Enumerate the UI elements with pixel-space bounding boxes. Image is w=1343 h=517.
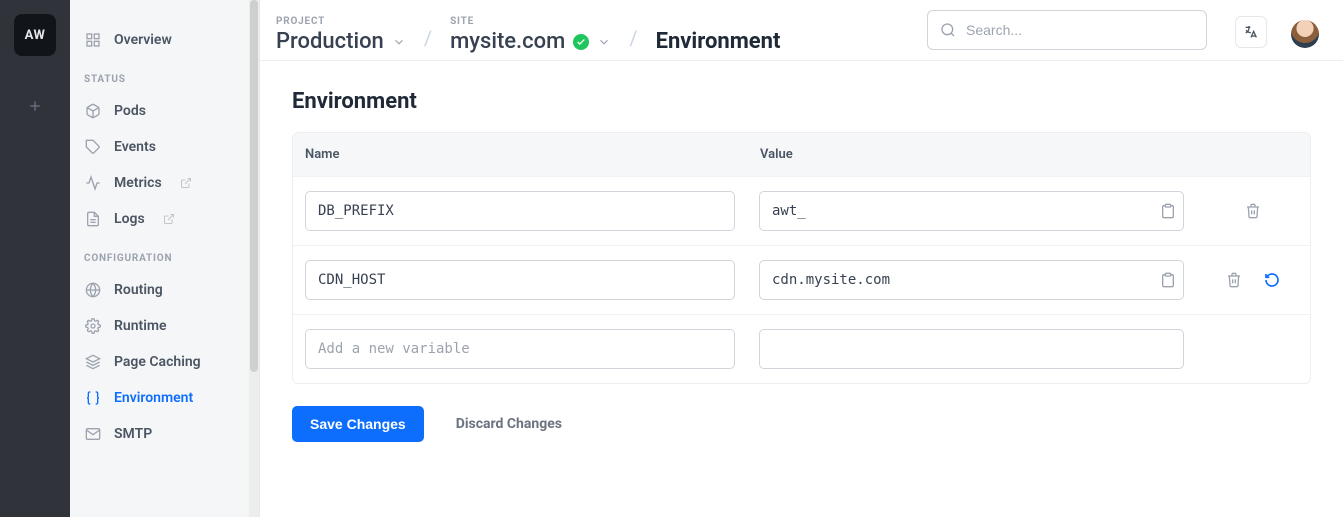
sidebar-item-metrics[interactable]: Metrics	[70, 165, 259, 201]
sidebar-item-label: Metrics	[114, 175, 162, 191]
sidebar-section-status: STATUS	[70, 58, 259, 93]
file-icon	[84, 210, 102, 228]
gear-icon	[84, 317, 102, 335]
content-area: Environment Name Value	[260, 61, 1343, 470]
user-avatar[interactable]	[1291, 20, 1319, 48]
main-region: PROJECT Production / SITE mysite.com	[260, 0, 1343, 517]
env-table: Name Value	[292, 132, 1311, 384]
page-title: Environment	[292, 89, 1311, 114]
sidebar-item-overview[interactable]: Overview	[70, 22, 259, 58]
breadcrumb-project-label: PROJECT	[276, 16, 406, 27]
clipboard-icon[interactable]	[1160, 272, 1176, 288]
sidebar-item-page-caching[interactable]: Page Caching	[70, 344, 259, 380]
scrollbar-thumb[interactable]	[250, 0, 258, 372]
topbar: PROJECT Production / SITE mysite.com	[260, 0, 1343, 60]
breadcrumb-project[interactable]: PROJECT Production	[276, 16, 406, 60]
clipboard-icon[interactable]	[1160, 203, 1176, 219]
breadcrumb-site-value: mysite.com	[450, 29, 565, 54]
breadcrumb-project-value: Production	[276, 29, 384, 54]
sidebar-item-label: Overview	[114, 32, 172, 48]
env-name-new-input[interactable]	[305, 329, 735, 369]
braces-icon	[84, 389, 102, 407]
breadcrumb-site-label: SITE	[450, 16, 611, 27]
delete-row-button[interactable]	[1226, 272, 1242, 288]
external-link-icon	[180, 177, 192, 189]
search-icon	[940, 22, 956, 38]
sidebar-item-logs[interactable]: Logs	[70, 201, 259, 237]
sidebar-item-label: Routing	[114, 282, 163, 298]
mail-icon	[84, 425, 102, 443]
breadcrumb-separator: /	[414, 26, 442, 60]
add-workspace-button[interactable]	[17, 88, 53, 124]
revert-row-button[interactable]	[1264, 272, 1280, 288]
search-box[interactable]	[927, 10, 1207, 50]
chevron-down-icon[interactable]	[392, 35, 406, 49]
column-header-name: Name	[305, 147, 760, 162]
breadcrumb-separator: /	[619, 26, 647, 60]
sidebar: Overview STATUS Pods Events Metrics Logs…	[70, 0, 260, 517]
refresh-icon	[1264, 272, 1280, 288]
sidebar-section-configuration: CONFIGURATION	[70, 237, 259, 272]
translate-icon	[1243, 24, 1259, 40]
table-header: Name Value	[293, 133, 1310, 176]
breadcrumb-site[interactable]: SITE mysite.com	[450, 16, 611, 60]
workspace-badge[interactable]: AW	[14, 14, 56, 56]
workspace-badge-text: AW	[25, 28, 46, 43]
env-name-input[interactable]	[305, 191, 735, 231]
sidebar-item-routing[interactable]: Routing	[70, 272, 259, 308]
sidebar-item-smtp[interactable]: SMTP	[70, 416, 259, 452]
table-row-new	[293, 314, 1310, 383]
env-value-input[interactable]	[759, 260, 1184, 300]
sidebar-item-label: Runtime	[114, 318, 167, 334]
verified-badge-icon	[573, 34, 589, 50]
sidebar-item-events[interactable]: Events	[70, 129, 259, 165]
delete-row-button[interactable]	[1245, 203, 1261, 219]
table-row	[293, 176, 1310, 245]
sidebar-item-pods[interactable]: Pods	[70, 93, 259, 129]
env-value-input[interactable]	[759, 191, 1184, 231]
breadcrumb-page-value: Environment	[656, 29, 781, 54]
env-value-new-input[interactable]	[759, 329, 1184, 369]
plus-icon	[27, 98, 43, 114]
sidebar-item-label: Page Caching	[114, 354, 201, 370]
search-input[interactable]	[966, 22, 1194, 38]
sidebar-item-label: SMTP	[114, 426, 152, 442]
sidebar-item-environment[interactable]: Environment	[70, 380, 259, 416]
language-button[interactable]	[1235, 16, 1267, 48]
sidebar-item-label: Logs	[114, 211, 145, 227]
sidebar-scrollbar[interactable]	[249, 0, 259, 517]
layers-icon	[84, 353, 102, 371]
form-actions: Save Changes Discard Changes	[292, 406, 1311, 442]
sidebar-item-label: Events	[114, 139, 156, 155]
trash-icon	[1245, 203, 1261, 219]
sidebar-item-label: Pods	[114, 103, 146, 119]
external-link-icon	[163, 213, 175, 225]
sidebar-item-label: Environment	[114, 390, 193, 406]
chevron-down-icon[interactable]	[597, 35, 611, 49]
discard-button[interactable]: Discard Changes	[456, 416, 562, 432]
column-header-value: Value	[760, 147, 1298, 162]
breadcrumb-page: Environment	[656, 16, 781, 60]
app-rail: AW	[0, 0, 70, 517]
env-name-input[interactable]	[305, 260, 735, 300]
table-row	[293, 245, 1310, 314]
tag-icon	[84, 138, 102, 156]
save-button[interactable]: Save Changes	[292, 406, 424, 442]
grid-icon	[84, 31, 102, 49]
activity-icon	[84, 174, 102, 192]
breadcrumb-page-label	[656, 16, 781, 27]
globe-icon	[84, 281, 102, 299]
sidebar-item-runtime[interactable]: Runtime	[70, 308, 259, 344]
trash-icon	[1226, 272, 1242, 288]
cube-icon	[84, 102, 102, 120]
